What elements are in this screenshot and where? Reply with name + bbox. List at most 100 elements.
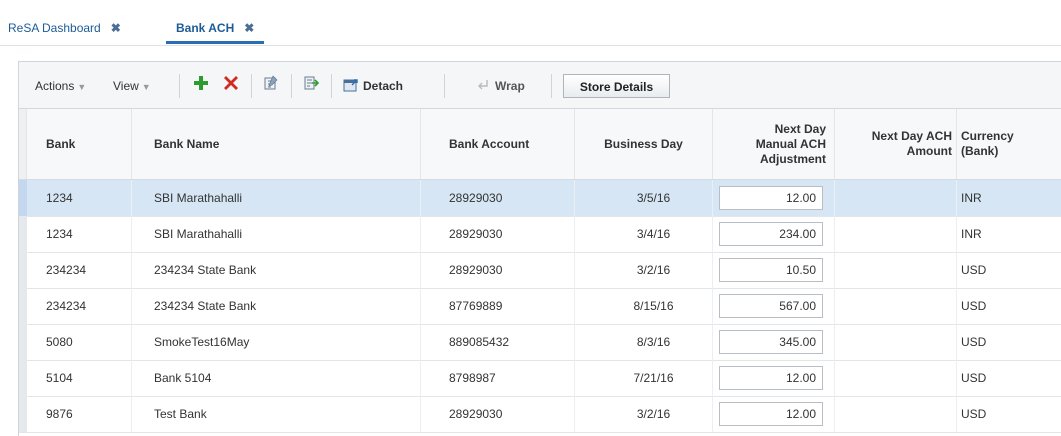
add-icon[interactable] — [191, 75, 211, 95]
row-selector-header — [19, 109, 27, 179]
cell-bank: 5104 — [27, 360, 132, 396]
view-menu[interactable]: View ▼ — [113, 76, 151, 96]
table-row[interactable]: 1234SBI Marathahalli289290303/5/16 INR — [19, 180, 1061, 217]
cell-bank: 234234 — [27, 288, 132, 324]
cell-amount — [835, 324, 957, 360]
wrap-button[interactable]: Wrap — [477, 76, 525, 96]
cell-bank-account: 28929030 — [421, 252, 575, 288]
cell-bank-name: SBI Marathahalli — [132, 216, 421, 252]
cell-currency: USD — [961, 263, 987, 277]
tab-strip: ReSA Dashboard ✖ Bank ACH ✖ — [0, 13, 1061, 46]
cell-adjustment — [713, 216, 835, 252]
cell-amount — [835, 288, 957, 324]
row-selector[interactable] — [19, 216, 27, 252]
cell-bank-account: 28929030 — [421, 216, 575, 252]
cell-adjustment — [713, 360, 835, 396]
detach-label: Detach — [363, 79, 404, 93]
detach-icon — [343, 79, 358, 92]
cell-business-day: 3/5/16 — [575, 180, 713, 216]
cell-currency: USD — [961, 335, 987, 349]
tab-label: Bank ACH — [176, 21, 235, 35]
cell-business-day: 7/21/16 — [575, 360, 713, 396]
adjustment-input[interactable] — [719, 330, 823, 354]
toolbar-divider — [444, 74, 445, 98]
cell-amount — [835, 216, 957, 252]
table-row[interactable]: 1234SBI Marathahalli289290303/4/16 INR — [19, 216, 1061, 253]
col-bank-name[interactable]: Bank Name — [132, 109, 421, 179]
wrap-icon — [478, 80, 488, 90]
store-details-button[interactable]: Store Details — [563, 74, 670, 98]
chevron-down-icon: ▼ — [141, 82, 151, 92]
cell-amount — [835, 360, 957, 396]
detach-button[interactable]: Detach — [343, 76, 403, 96]
cell-adjustment — [713, 396, 835, 432]
adjustment-input[interactable] — [719, 402, 823, 426]
close-icon[interactable]: ✖ — [111, 21, 121, 35]
close-icon[interactable]: ✖ — [244, 21, 254, 35]
col-bank[interactable]: Bank — [27, 109, 132, 179]
adjustment-input[interactable] — [719, 294, 823, 318]
cell-amount — [835, 180, 957, 216]
adjustment-input[interactable] — [719, 222, 823, 246]
export-icon[interactable] — [301, 75, 321, 95]
row-selector[interactable] — [19, 288, 27, 324]
tab-bank-ach[interactable]: Bank ACH ✖ — [166, 18, 265, 44]
row-selector[interactable] — [19, 360, 27, 396]
row-selector[interactable] — [19, 396, 27, 432]
chevron-down-icon: ▼ — [77, 82, 87, 92]
cell-bank-account: 28929030 — [421, 396, 575, 432]
cell-business-day: 3/4/16 — [575, 216, 713, 252]
cell-currency: INR — [961, 191, 982, 205]
cell-amount — [835, 252, 957, 288]
cell-currency: INR — [961, 227, 982, 241]
row-selector[interactable] — [19, 324, 27, 360]
cell-business-day: 8/15/16 — [575, 288, 713, 324]
toolbar-divider — [291, 74, 292, 98]
cell-amount — [835, 396, 957, 432]
cell-bank-name: 234234 State Bank — [132, 252, 421, 288]
actions-label: Actions — [35, 79, 75, 93]
table-row[interactable]: 234234234234 State Bank877698898/15/16 US… — [19, 288, 1061, 325]
cell-business-day: 3/2/16 — [575, 396, 713, 432]
toolbar: Actions ▼ View ▼ Detach Wrap Store Details — [19, 62, 1061, 109]
cell-bank-name: 234234 State Bank — [132, 288, 421, 324]
col-currency[interactable]: Currency (Bank) — [957, 109, 1061, 179]
cell-bank-name: Bank 5104 — [132, 360, 421, 396]
wrap-label: Wrap — [495, 79, 525, 93]
cell-bank: 5080 — [27, 324, 132, 360]
cell-bank: 9876 — [27, 396, 132, 432]
tab-resa-dashboard[interactable]: ReSA Dashboard ✖ — [8, 18, 121, 44]
cell-bank-name: Test Bank — [132, 396, 421, 432]
col-next-day-adjustment[interactable]: Next Day Manual ACH Adjustment — [713, 109, 835, 179]
table-row[interactable]: 5104Bank 510487989877/21/16 USD — [19, 360, 1061, 397]
cell-business-day: 8/3/16 — [575, 324, 713, 360]
row-selector[interactable] — [19, 252, 27, 288]
table-row[interactable]: 9876Test Bank289290303/2/16 USD — [19, 396, 1061, 433]
toolbar-divider — [179, 74, 180, 98]
table-header: Bank Bank Name Bank Account Business Day… — [19, 109, 1061, 180]
cell-bank-account: 8798987 — [421, 360, 575, 396]
adjustment-input[interactable] — [719, 258, 823, 282]
cell-adjustment — [713, 288, 835, 324]
adjustment-input[interactable] — [719, 186, 823, 210]
adjustment-input[interactable] — [719, 366, 823, 390]
delete-icon[interactable] — [221, 75, 241, 95]
cell-adjustment — [713, 324, 835, 360]
table-row[interactable]: 234234234234 State Bank289290303/2/16 USD — [19, 252, 1061, 289]
cell-bank: 1234 — [27, 216, 132, 252]
actions-menu[interactable]: Actions ▼ — [35, 76, 86, 96]
cell-bank-name: SmokeTest16May — [132, 324, 421, 360]
row-selector[interactable] — [19, 180, 27, 216]
toolbar-divider — [551, 74, 552, 98]
col-next-day-amount[interactable]: Next Day ACH Amount — [835, 109, 957, 179]
edit-record-icon[interactable] — [261, 75, 281, 95]
table-row[interactable]: 5080SmokeTest16May8890854328/3/16 USD — [19, 324, 1061, 361]
cell-bank-account: 889085432 — [421, 324, 575, 360]
toolbar-divider — [331, 74, 332, 98]
cell-bank-name: SBI Marathahalli — [132, 180, 421, 216]
cell-bank-account: 28929030 — [421, 180, 575, 216]
cell-currency: USD — [961, 371, 987, 385]
col-business-day[interactable]: Business Day — [575, 109, 713, 179]
cell-adjustment — [713, 180, 835, 216]
col-bank-account[interactable]: Bank Account — [421, 109, 575, 179]
